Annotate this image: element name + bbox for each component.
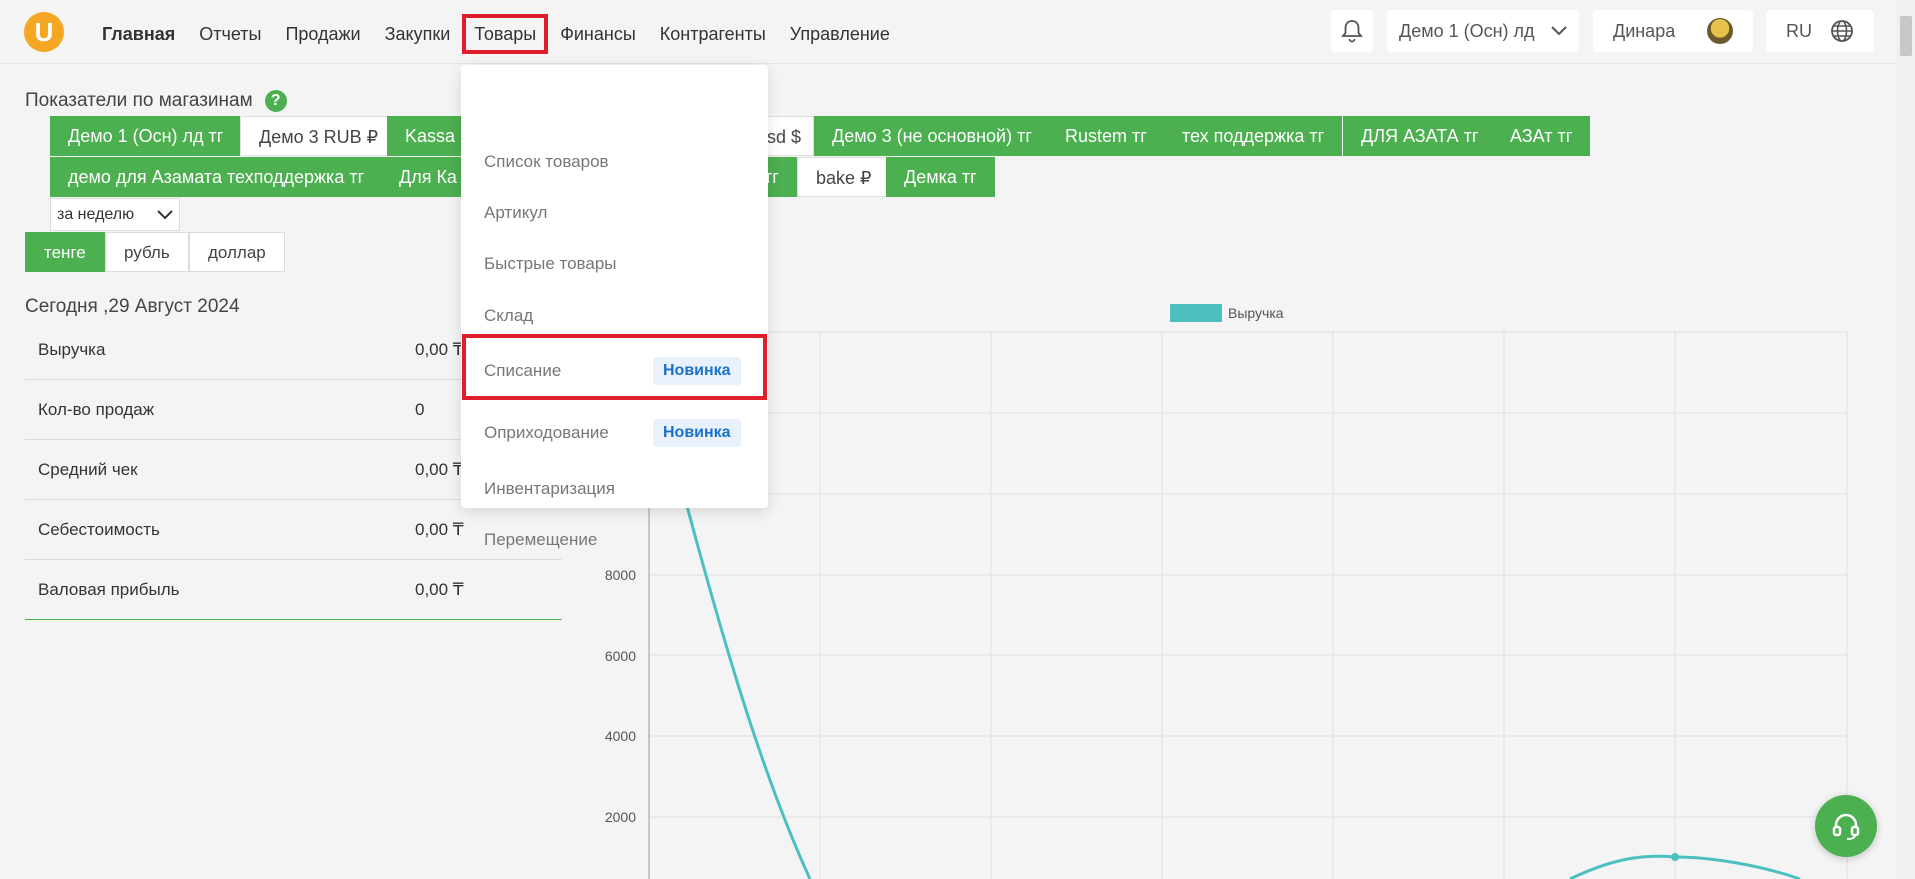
section-title-text: Показатели по магазинам — [25, 90, 253, 111]
legend-label: Выручка — [1228, 305, 1284, 321]
products-dropdown: Список товаров Артикул Быстрые товары Ск… — [461, 65, 768, 549]
y-tick-label: 2000 — [605, 809, 636, 825]
currency-dollar[interactable]: доллар — [189, 232, 285, 272]
scroll-thumb[interactable] — [1900, 16, 1912, 56]
support-button[interactable] — [1815, 795, 1877, 857]
menu-item-label: Быстрые товары — [484, 254, 617, 273]
store-tab[interactable]: Демо 1 (Осн) лд тг — [50, 116, 242, 156]
menu-item-label: Оприходование — [484, 423, 609, 442]
currency-tenge[interactable]: тенге — [25, 232, 105, 272]
page-scrollbar[interactable] — [1897, 0, 1915, 879]
store-tab[interactable]: Демка тг — [886, 157, 995, 197]
menu-item-label: Артикул — [484, 203, 548, 222]
store-tab[interactable]: демо для Азамата техподдержка тг — [50, 157, 383, 197]
main-nav: Главная Отчеты Продажи Закупки Товары Фи… — [90, 14, 902, 54]
y-tick-label: 4000 — [605, 728, 636, 744]
nav-sales[interactable]: Продажи — [273, 14, 372, 54]
new-badge: Новинка — [653, 419, 741, 447]
store-tab[interactable]: Демо 3 RUB ₽ — [240, 116, 398, 156]
store-tab[interactable]: bake ₽ — [797, 157, 891, 197]
chart-grid — [648, 331, 1848, 879]
avatar — [1707, 18, 1733, 44]
revenue-line — [1569, 854, 1801, 879]
globe-icon — [1831, 20, 1853, 42]
headset-icon — [1832, 813, 1860, 840]
menu-item-transfer[interactable]: Перемещение — [461, 515, 768, 565]
user-name: Динара — [1613, 20, 1676, 41]
currency-ruble[interactable]: рубль — [105, 232, 189, 272]
metric-value: 0 — [415, 399, 425, 419]
store-tab[interactable]: Rustem тг — [1047, 116, 1165, 156]
user-menu[interactable]: Динара — [1593, 10, 1753, 52]
metric-label: Кол-во продаж — [38, 399, 155, 419]
bell-icon — [1341, 20, 1363, 43]
menu-item-product-list[interactable]: Список товаров — [461, 137, 768, 187]
chevron-down-icon — [157, 209, 173, 219]
metric-value: 0,00 ₸ — [415, 339, 464, 359]
store-tab[interactable]: Демо 3 (не основной) тг — [814, 116, 1050, 156]
top-bar: U Главная Отчеты Продажи Закупки Товары … — [0, 0, 1915, 64]
menu-item-label: Перемещение — [484, 530, 598, 549]
store-tab[interactable]: Для Ка — [381, 157, 463, 197]
period-select[interactable]: за неделю — [50, 198, 180, 231]
metric-label: Себестоимость — [38, 519, 160, 539]
menu-item-label: Инвентаризация — [484, 479, 615, 498]
nav-finance[interactable]: Финансы — [548, 14, 648, 54]
period-value: за неделю — [57, 205, 135, 223]
nav-purchases[interactable]: Закупки — [373, 14, 463, 54]
metric-value: 0,00 ₸ — [415, 519, 464, 539]
metric-value: 0,00 ₸ — [415, 459, 464, 479]
store-tab[interactable]: Kassa — [387, 116, 463, 156]
store-select[interactable]: Демо 1 (Осн) лд — [1387, 10, 1579, 52]
menu-item-inventory[interactable]: Инвентаризация — [461, 464, 768, 514]
nav-management[interactable]: Управление — [778, 14, 902, 54]
menu-item-label: Список товаров — [484, 152, 609, 171]
date-title: Сегодня ,29 Август 2024 — [25, 296, 240, 317]
app-logo[interactable]: U — [24, 12, 64, 52]
nav-reports[interactable]: Отчеты — [187, 14, 273, 54]
language-select[interactable]: RU — [1766, 10, 1874, 52]
menu-item-article[interactable]: Артикул — [461, 188, 768, 238]
store-select-value: Демо 1 (Осн) лд — [1399, 20, 1535, 41]
store-tab[interactable]: ДЛЯ АЗАТА тг — [1343, 116, 1497, 156]
legend-swatch — [1170, 304, 1222, 322]
metric-label: Выручка — [38, 339, 106, 359]
notifications-button[interactable] — [1331, 10, 1373, 52]
nav-home[interactable]: Главная — [90, 14, 187, 54]
language-value: RU — [1786, 20, 1812, 41]
metric-label: Валовая прибыль — [38, 579, 180, 599]
help-icon[interactable]: ? — [264, 90, 287, 112]
y-tick-label: 8000 — [605, 567, 636, 583]
store-tab[interactable]: АЗАт тг — [1492, 116, 1591, 156]
nav-products[interactable]: Товары — [462, 14, 549, 54]
logo-letter: U — [34, 16, 54, 47]
menu-item-receipt[interactable]: Оприходование Новинка — [461, 408, 768, 458]
section-title: Показатели по магазинам ? — [25, 90, 287, 112]
data-point[interactable] — [1671, 853, 1679, 861]
menu-item-label: Склад — [484, 306, 534, 325]
metric-label: Средний чек — [38, 459, 138, 479]
menu-item-quick-products[interactable]: Быстрые товары — [461, 239, 768, 289]
metric-value: 0,00 ₸ — [415, 579, 464, 599]
chevron-down-icon — [1551, 26, 1567, 36]
highlight-box — [462, 334, 767, 400]
metric-row: Валовая прибыль 0,00 ₸ — [25, 560, 562, 620]
store-tab[interactable]: тех поддержка тг — [1164, 116, 1343, 156]
y-tick-label: 6000 — [605, 648, 636, 664]
nav-counterparties[interactable]: Контрагенты — [648, 14, 778, 54]
